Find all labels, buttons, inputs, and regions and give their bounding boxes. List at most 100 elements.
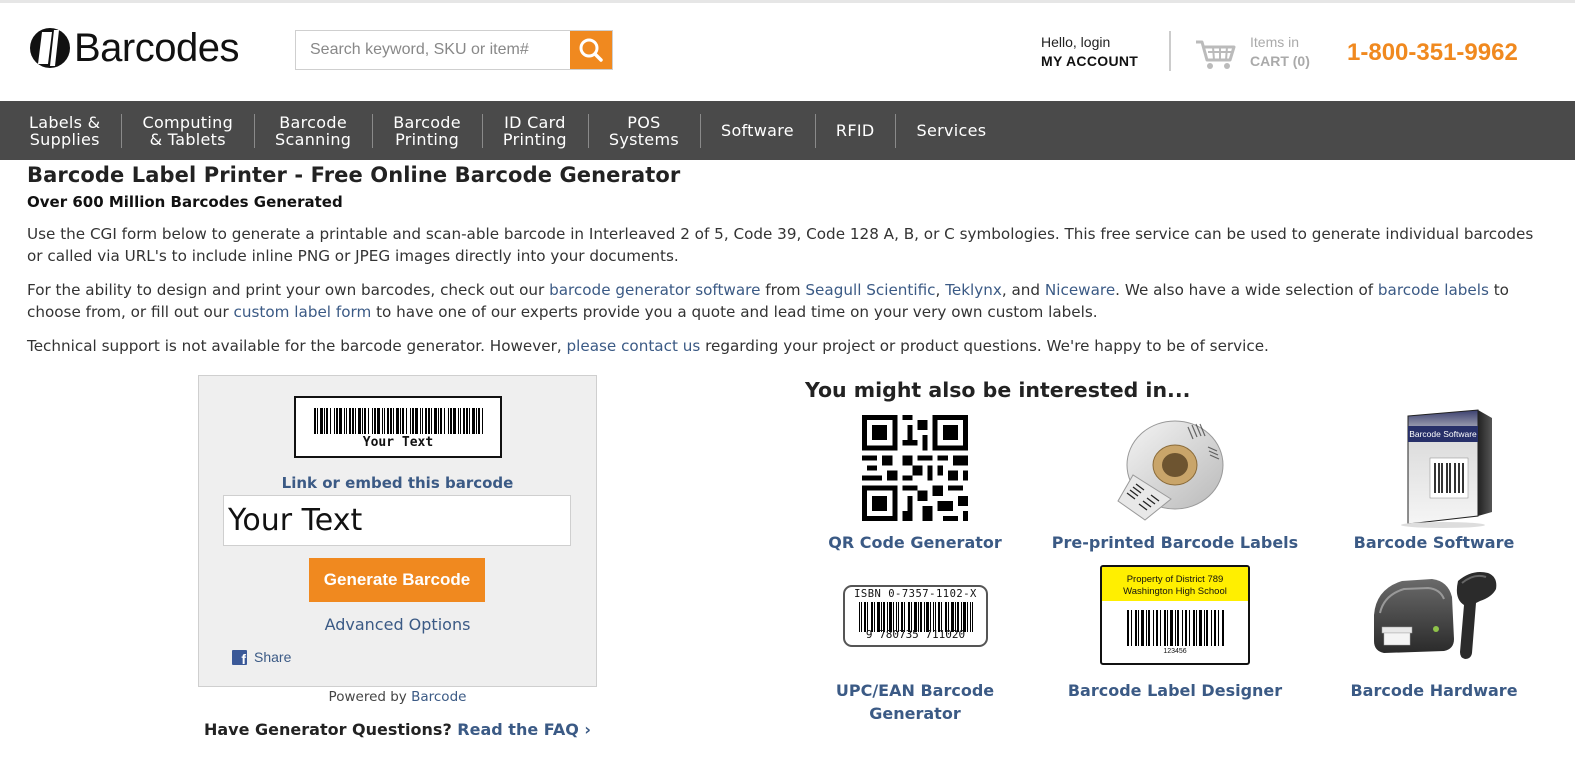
barcode-bar xyxy=(382,408,383,434)
para-text: , and xyxy=(1001,281,1045,299)
barcode-bar xyxy=(1170,610,1173,646)
barcode-hardware-link[interactable]: Barcode Hardware xyxy=(1320,679,1548,702)
cart-items-label: Items in xyxy=(1250,34,1300,50)
qr-code-icon[interactable] xyxy=(862,415,968,521)
phone-number[interactable]: 1-800-351-9962 xyxy=(1347,39,1518,67)
barcode-labels-link[interactable]: barcode labels xyxy=(1378,281,1489,299)
barcode-bar xyxy=(1214,610,1216,646)
search-input[interactable] xyxy=(296,31,570,69)
nav-services[interactable]: Services xyxy=(895,122,1007,139)
upc-ean-barcode-generator-link[interactable]: UPC/EAN Barcode Generator xyxy=(800,679,1030,725)
box-title: Barcode Software xyxy=(1409,429,1477,439)
para-text: regarding your project or product questi… xyxy=(700,337,1269,355)
label-designer-icon[interactable]: Property of District 789 Washington High… xyxy=(1100,565,1250,665)
barcode-bar xyxy=(336,408,338,434)
pre-printed-barcode-labels-link[interactable]: Pre-printed Barcode Labels xyxy=(1050,531,1300,554)
nav-labels-supplies[interactable]: Labels & Supplies xyxy=(8,114,121,148)
nav-label-line2: Printing xyxy=(395,129,460,149)
barcode-bar xyxy=(431,408,432,434)
cart-icon[interactable] xyxy=(1194,39,1238,71)
nav-rfid[interactable]: RFID xyxy=(815,122,896,139)
barcode-bar xyxy=(1127,610,1129,646)
site-header: Barcodes Hello, login MY ACCOUNT Items i… xyxy=(0,3,1575,101)
barcode-bar xyxy=(472,408,475,434)
barcode-preview-text: Your Text xyxy=(362,435,434,450)
para-text: Technical support is not available for t… xyxy=(27,337,567,355)
contact-us-link[interactable]: please contact us xyxy=(566,337,700,355)
product-label-line1: UPC/EAN Barcode xyxy=(835,681,995,700)
barcode-bar xyxy=(478,408,480,434)
barcode-bar xyxy=(425,408,427,434)
barcode-bar xyxy=(334,408,335,434)
barcode-bar xyxy=(364,408,366,434)
barcode-bar xyxy=(314,408,316,434)
barcode-generator-software-link[interactable]: barcode generator software xyxy=(549,281,760,299)
barcode-bar xyxy=(346,408,347,434)
barcode-bar xyxy=(390,408,392,434)
barcode-bar xyxy=(1196,610,1197,646)
advanced-options-link[interactable]: Advanced Options xyxy=(199,615,596,634)
nav-label: Services xyxy=(916,121,987,140)
custom-label-form-link[interactable]: custom label form xyxy=(234,303,372,321)
nav-pos-systems[interactable]: POS Systems xyxy=(588,114,700,148)
seagull-scientific-link[interactable]: Seagull Scientific xyxy=(805,281,935,299)
hardware-icon[interactable] xyxy=(1370,567,1500,667)
nav-barcode-scanning[interactable]: Barcode Scanning xyxy=(254,114,372,148)
barcode-preview-bars xyxy=(314,408,483,434)
teklynx-link[interactable]: Teklynx xyxy=(945,281,1002,299)
product-label-line2: Generator xyxy=(869,704,961,723)
nav-label-line1: Barcode xyxy=(393,112,461,132)
nav-label-line2: Supplies xyxy=(29,129,100,149)
barcode-bar xyxy=(344,408,345,434)
barcode-bar xyxy=(339,408,342,434)
main-content: Barcode Label Printer - Free Online Barc… xyxy=(27,160,1552,357)
barcode-text-input[interactable] xyxy=(223,495,571,546)
nav-label-line2: & Tablets xyxy=(149,129,226,149)
read-faq-link[interactable]: Read the FAQ › xyxy=(457,720,591,739)
barcode-bar xyxy=(1153,610,1154,646)
nav-computing-tablets[interactable]: Computing & Tablets xyxy=(121,114,254,148)
label-roll-icon[interactable] xyxy=(1113,405,1237,523)
facebook-share-button[interactable]: f Share xyxy=(232,649,291,667)
barcode-preview: Your Text xyxy=(294,396,502,458)
search-icon xyxy=(579,38,603,62)
barcode-bar xyxy=(1199,610,1202,646)
barcode-bar xyxy=(1131,610,1132,646)
search-button[interactable] xyxy=(570,31,612,69)
software-box-icon[interactable]: Barcode Software xyxy=(1380,408,1495,528)
nav-barcode-printing[interactable]: Barcode Printing xyxy=(372,114,482,148)
barcode-bar xyxy=(434,408,437,434)
barcode-bar xyxy=(415,408,418,434)
barcode-bar xyxy=(412,408,414,434)
account-link[interactable]: Hello, login MY ACCOUNT xyxy=(1041,34,1138,69)
embed-barcode-link[interactable]: Link or embed this barcode xyxy=(199,474,596,492)
barcode-bar xyxy=(372,408,373,434)
barcode-bar xyxy=(1148,610,1150,646)
nav-software[interactable]: Software xyxy=(700,122,815,139)
powered-by-link[interactable]: Barcode xyxy=(411,689,466,705)
barcode-label-designer-link[interactable]: Barcode Label Designer xyxy=(1050,679,1300,702)
generate-barcode-button[interactable]: Generate Barcode xyxy=(309,558,485,602)
barcode-bar xyxy=(1138,610,1139,646)
site-logo[interactable]: Barcodes xyxy=(28,23,239,73)
barcode-bar xyxy=(1222,610,1224,646)
barcode-bar xyxy=(368,408,369,434)
nav-label-line2: Printing xyxy=(502,129,567,149)
nav-id-card-printing[interactable]: ID Card Printing xyxy=(482,114,588,148)
barcode-bar xyxy=(330,408,331,434)
barcode-bar xyxy=(387,408,389,434)
barcode-bar xyxy=(349,408,351,434)
cart-link[interactable]: Items in CART (0) xyxy=(1250,34,1310,69)
qr-code-generator-link[interactable]: QR Code Generator xyxy=(800,531,1030,554)
barcode-bar xyxy=(444,408,445,434)
barcode-generator-panel: Your Text Link or embed this barcode Gen… xyxy=(198,375,597,687)
niceware-link[interactable]: Niceware xyxy=(1045,281,1115,299)
isbn-text: ISBN 0-7357-1102-X xyxy=(854,588,977,600)
barcode-bar xyxy=(324,408,325,434)
barcode-bar xyxy=(1177,610,1179,646)
barcode-software-link[interactable]: Barcode Software xyxy=(1320,531,1548,554)
cart-count: CART (0) xyxy=(1250,53,1310,69)
barcode-bar xyxy=(1167,610,1168,646)
barcode-bar xyxy=(396,408,399,434)
upc-barcode-icon[interactable]: ISBN 0-7357-1102-X 9 780735 711020 xyxy=(843,585,988,647)
